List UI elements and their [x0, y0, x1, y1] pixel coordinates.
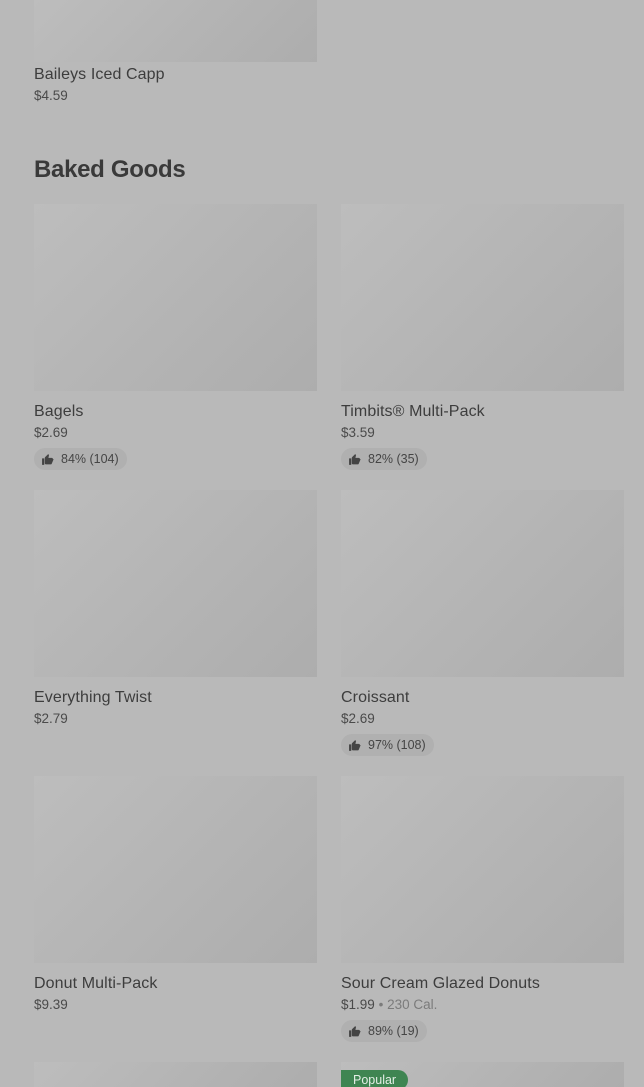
item-name: Croissant: [341, 689, 410, 706]
item-calories: 230 Cal.: [387, 997, 438, 1012]
item-image[interactable]: Popular: [341, 1062, 624, 1087]
menu-item-card[interactable]: Donut Multi-Pack $9.39: [34, 776, 317, 1014]
rating-badge: 89% (19): [341, 1020, 427, 1042]
menu-item-card[interactable]: Everything Twist $2.79: [34, 490, 317, 728]
menu-item-card[interactable]: Baileys Iced Capp $4.59: [34, 0, 317, 105]
menu-item-card[interactable]: [34, 1062, 317, 1087]
item-price: $2.79: [34, 711, 68, 726]
item-image[interactable]: [341, 490, 624, 677]
rating-badge: 82% (35): [341, 448, 427, 470]
item-price: $4.59: [34, 88, 68, 103]
item-name: Donut Multi-Pack: [34, 975, 158, 992]
item-price: $3.59: [341, 425, 375, 440]
rating-badge: 97% (108): [341, 734, 434, 756]
item-image[interactable]: [341, 204, 624, 391]
item-price: $1.99 • 230 Cal.: [341, 997, 438, 1012]
item-image[interactable]: [34, 490, 317, 677]
item-image[interactable]: [341, 776, 624, 963]
section-title: Baked Goods: [34, 156, 186, 183]
item-image[interactable]: [34, 776, 317, 963]
menu-item-card[interactable]: Timbits® Multi-Pack $3.59 82% (35): [341, 204, 624, 471]
thumbs-up-icon: [42, 453, 54, 465]
thumbs-up-icon: [349, 453, 361, 465]
item-image[interactable]: [34, 1062, 317, 1087]
item-name: Sour Cream Glazed Donuts: [341, 975, 540, 992]
menu-item-card[interactable]: Popular: [341, 1062, 624, 1087]
menu-item-card[interactable]: Croissant $2.69 97% (108): [341, 490, 624, 757]
price-separator: •: [378, 997, 384, 1012]
item-name: Bagels: [34, 403, 84, 420]
menu-item-card[interactable]: Sour Cream Glazed Donuts $1.99 • 230 Cal…: [341, 776, 624, 1043]
popular-badge: Popular: [341, 1070, 409, 1087]
item-price: $9.39: [34, 997, 68, 1012]
item-image[interactable]: [34, 204, 317, 391]
item-name: Timbits® Multi-Pack: [341, 403, 485, 420]
item-name: Baileys Iced Capp: [34, 66, 165, 83]
item-name: Everything Twist: [34, 689, 152, 706]
menu-item-card[interactable]: Bagels $2.69 84% (104): [34, 204, 317, 471]
item-price: $2.69: [341, 711, 375, 726]
thumbs-up-icon: [349, 1025, 361, 1037]
item-price: $2.69: [34, 425, 68, 440]
thumbs-up-icon: [349, 739, 361, 751]
menu-page: Baileys Iced Capp $4.59 Baked Goods Bage…: [0, 0, 644, 1087]
rating-badge: 84% (104): [34, 448, 127, 470]
item-image[interactable]: [34, 0, 317, 62]
